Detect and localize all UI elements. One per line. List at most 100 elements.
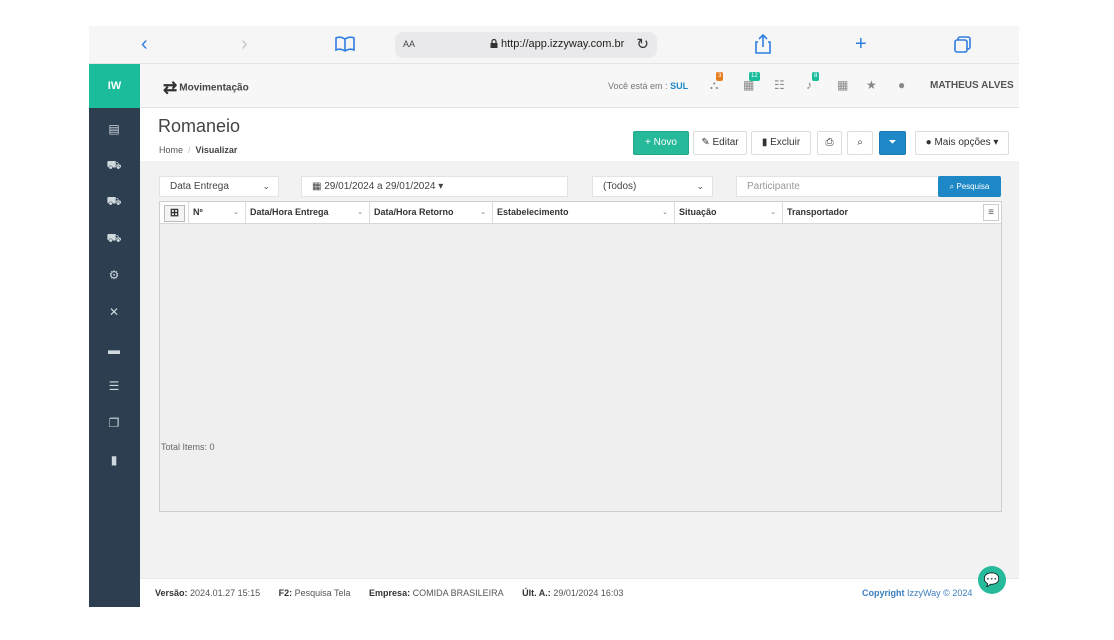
chart-icon[interactable]: ▤ bbox=[106, 122, 122, 136]
sort-icon: ⌄ bbox=[357, 209, 363, 216]
url-value: http://app.izzyway.com.br bbox=[501, 38, 625, 50]
sort-icon: ⌄ bbox=[480, 209, 486, 216]
card-icon[interactable]: ▬ bbox=[106, 343, 122, 357]
text-size-button[interactable]: AA bbox=[403, 39, 415, 49]
date-range-picker[interactable]: ▦ 29/01/2024 a 29/01/2024 ▾ bbox=[301, 176, 568, 197]
print-icon: ⎙ bbox=[825, 137, 834, 148]
new-button[interactable]: + Novo bbox=[633, 131, 689, 155]
filter-button[interactable]: ⏷ bbox=[879, 131, 906, 155]
cart-icon[interactable]: ⛟ bbox=[106, 231, 122, 245]
copy-icon[interactable]: ❐ bbox=[106, 416, 122, 430]
caret-down-icon: ▾ bbox=[438, 181, 444, 192]
address-bar[interactable]: AA http://app.izzyway.com.br ↻ bbox=[395, 32, 657, 58]
grid-header: ⊞ Nº ⌄ Data/Hora Entrega ⌄ Data/Hora Retor… bbox=[160, 202, 1001, 224]
trash-icon: ▮ bbox=[761, 137, 768, 148]
star-icon[interactable]: ★ bbox=[866, 78, 877, 92]
participant-input[interactable]: Participante bbox=[736, 176, 939, 197]
transfer-icon: ⇄ bbox=[163, 78, 178, 97]
forward-button[interactable]: › bbox=[241, 33, 248, 55]
cart-icon[interactable]: ⛟ bbox=[106, 194, 122, 208]
column-menu-button[interactable]: ≡ bbox=[983, 204, 999, 221]
edit-label: Editar bbox=[712, 137, 739, 148]
sort-icon: ⌄ bbox=[662, 209, 668, 216]
book-icon bbox=[335, 36, 355, 52]
company-label: Empresa: bbox=[369, 588, 411, 598]
top-header: ⇄ Movimentação Você está em : SUL ⛬ 3 ▦ 12 … bbox=[140, 64, 1019, 108]
print-button[interactable]: ⎙ bbox=[817, 131, 842, 155]
bell-icon[interactable]: ♪ 8 bbox=[806, 72, 820, 92]
module-label: Movimentação bbox=[179, 82, 249, 94]
search-submit-label: Pesquisa bbox=[956, 182, 990, 191]
browser-toolbar: ‹ › AA http://app.izzyway.com.br ↻ + bbox=[89, 26, 1019, 64]
search-submit-button[interactable]: ⌕ Pesquisa bbox=[938, 176, 1001, 197]
task-list-icon[interactable]: ☷ bbox=[774, 78, 785, 92]
page-title: Romaneio bbox=[158, 116, 241, 136]
caret-down-icon: ▾ bbox=[993, 137, 999, 148]
footer-company: Empresa: COMIDA BRASILEIRA bbox=[369, 588, 512, 598]
lock-icon bbox=[490, 38, 498, 48]
sitemap-icon[interactable]: ⛬ 3 bbox=[710, 72, 724, 93]
chat-icon: 💬 bbox=[983, 572, 1001, 587]
url-text: http://app.izzyway.com.br bbox=[490, 38, 624, 50]
chat-button[interactable]: 💬 bbox=[978, 566, 1006, 594]
notification-badge: 8 bbox=[812, 72, 820, 81]
column-header-data-entrega[interactable]: Data/Hora Entrega ⌄ bbox=[246, 202, 370, 223]
back-button[interactable]: ‹ bbox=[141, 33, 148, 55]
module-title[interactable]: ⇄ Movimentação bbox=[163, 78, 249, 98]
location-indicator[interactable]: Você está em : SUL bbox=[608, 81, 688, 91]
cogs-icon[interactable]: ⚙ bbox=[106, 268, 122, 282]
filter-icon: ⏷ bbox=[888, 137, 897, 148]
date-range-value: 29/01/2024 a 29/01/2024 bbox=[324, 181, 436, 192]
column-header-situacao[interactable]: Situação ⌄ bbox=[675, 202, 783, 223]
search-button[interactable]: ⌕ bbox=[847, 131, 873, 155]
list-icon[interactable]: ☰ bbox=[106, 379, 122, 393]
reload-icon[interactable]: ↻ bbox=[636, 35, 649, 53]
edit-button[interactable]: ✎ Editar bbox=[693, 131, 747, 155]
column-label: Nº bbox=[193, 207, 203, 217]
user-name[interactable]: MATHEUS ALVES bbox=[930, 80, 1014, 91]
location-prefix: Você está em : bbox=[608, 81, 668, 91]
location-value: SUL bbox=[670, 81, 689, 91]
copyright[interactable]: Copyright IzzyWay © 2024 bbox=[862, 588, 972, 598]
status-select[interactable]: (Todos) ⌄ bbox=[592, 176, 713, 197]
share-icon bbox=[755, 33, 771, 54]
column-label: Data/Hora Retorno bbox=[374, 207, 454, 217]
expand-all-button[interactable]: ⊞ bbox=[164, 205, 185, 222]
tools-icon[interactable]: ✕ bbox=[106, 305, 122, 319]
delete-label: Excluir bbox=[770, 137, 801, 148]
total-items: Total Items: 0 bbox=[161, 442, 215, 452]
cart-icon[interactable]: ⛟ bbox=[106, 158, 122, 172]
help-icon[interactable]: ● bbox=[898, 78, 905, 92]
column-label: Data/Hora Entrega bbox=[250, 207, 329, 217]
last-value: 29/01/2024 16:03 bbox=[553, 588, 624, 598]
app-logo[interactable]: IW bbox=[89, 64, 140, 108]
share-button[interactable] bbox=[755, 33, 771, 59]
file-icon[interactable]: ▮ bbox=[106, 453, 122, 467]
notification-badge: 12 bbox=[749, 72, 760, 81]
copyright-value: IzzyWay © 2024 bbox=[907, 588, 973, 598]
column-header-data-retorno[interactable]: Data/Hora Retorno ⌄ bbox=[370, 202, 493, 223]
tabs-icon bbox=[954, 36, 971, 53]
last-label: ÚIt. A.: bbox=[522, 588, 551, 598]
column-header-estabelecimento[interactable]: Estabelecimento ⌄ bbox=[493, 202, 675, 223]
status-value: (Todos) bbox=[603, 181, 637, 192]
breadcrumb-separator: / bbox=[188, 145, 191, 155]
table-icon[interactable]: ▦ 12 bbox=[743, 72, 760, 92]
calendar-icon[interactable]: ▦ bbox=[837, 78, 848, 92]
new-tab-button[interactable]: + bbox=[855, 33, 867, 55]
breadcrumb-home[interactable]: Home bbox=[159, 145, 183, 155]
chevron-down-icon: ⌄ bbox=[262, 181, 270, 191]
delete-button[interactable]: ▮ Excluir bbox=[751, 131, 811, 155]
column-header-numero[interactable]: Nº ⌄ bbox=[189, 202, 246, 223]
date-field-select[interactable]: Data Entrega ⌄ bbox=[159, 176, 279, 197]
footer-version: Versão: 2024.01.27 15:15 bbox=[155, 588, 268, 598]
f2-label: F2: bbox=[278, 588, 293, 598]
expand-column: ⊞ bbox=[160, 202, 189, 223]
more-options-button[interactable]: ● Mais opções ▾ bbox=[915, 131, 1009, 155]
reader-button[interactable] bbox=[335, 35, 355, 57]
search-icon: ⌕ bbox=[857, 137, 863, 148]
copyright-label: Copyright bbox=[862, 588, 905, 598]
column-header-transportador[interactable]: Transportador bbox=[783, 202, 981, 223]
content-body: Data Entrega ⌄ ▦ 29/01/2024 a 29/01/2024 … bbox=[140, 161, 1019, 578]
tabs-button[interactable] bbox=[954, 36, 971, 58]
